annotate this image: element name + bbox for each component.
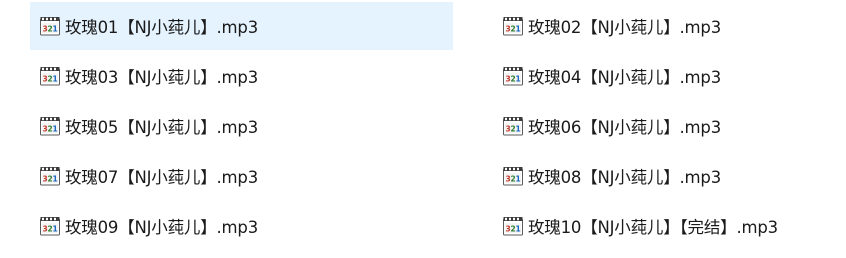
file-name: 玫瑰01【NJ小莼儿】.mp3 [65, 18, 258, 37]
file-item[interactable]: 3 2 1 玫瑰10【NJ小莼儿】【完结】.mp3 [493, 202, 833, 250]
file-item[interactable]: 3 2 1 玫瑰03【NJ小莼儿】.mp3 [30, 52, 453, 100]
media-player-classic-icon: 3 2 1 [40, 67, 60, 86]
media-player-classic-icon: 3 2 1 [503, 167, 523, 186]
file-name: 玫瑰06【NJ小莼儿】.mp3 [528, 118, 721, 137]
svg-text:1: 1 [516, 75, 521, 84]
svg-text:1: 1 [516, 175, 521, 184]
file-name: 玫瑰04【NJ小莼儿】.mp3 [528, 68, 721, 87]
media-player-classic-icon: 3 2 1 [40, 117, 60, 136]
media-player-classic-icon: 3 2 1 [503, 67, 523, 86]
media-player-classic-icon: 3 2 1 [503, 217, 523, 236]
file-name: 玫瑰03【NJ小莼儿】.mp3 [65, 68, 258, 87]
file-item[interactable]: 3 2 1 玫瑰06【NJ小莼儿】.mp3 [493, 102, 833, 150]
file-item[interactable]: 3 2 1 玫瑰07【NJ小莼儿】.mp3 [30, 152, 453, 200]
file-name: 玫瑰07【NJ小莼儿】.mp3 [65, 168, 258, 187]
file-name: 玫瑰10【NJ小莼儿】【完结】.mp3 [528, 218, 778, 237]
file-name: 玫瑰08【NJ小莼儿】.mp3 [528, 168, 721, 187]
file-item[interactable]: 3 2 1 玫瑰02【NJ小莼儿】.mp3 [493, 2, 833, 50]
svg-text:1: 1 [53, 25, 58, 34]
svg-text:1: 1 [53, 125, 58, 134]
svg-text:1: 1 [516, 225, 521, 234]
svg-text:1: 1 [516, 125, 521, 134]
file-item[interactable]: 3 2 1 玫瑰01【NJ小莼儿】.mp3 [30, 2, 453, 50]
media-player-classic-icon: 3 2 1 [40, 217, 60, 236]
svg-text:1: 1 [516, 25, 521, 34]
svg-text:1: 1 [53, 175, 58, 184]
file-item[interactable]: 3 2 1 玫瑰04【NJ小莼儿】.mp3 [493, 52, 833, 100]
file-item[interactable]: 3 2 1 玫瑰08【NJ小莼儿】.mp3 [493, 152, 833, 200]
file-name: 玫瑰09【NJ小莼儿】.mp3 [65, 218, 258, 237]
media-player-classic-icon: 3 2 1 [503, 17, 523, 36]
media-player-classic-icon: 3 2 1 [40, 167, 60, 186]
svg-text:1: 1 [53, 225, 58, 234]
file-list: 3 2 1 玫瑰01【NJ小莼儿】.mp3 3 2 1 玫瑰02【NJ小莼儿】.… [0, 0, 846, 258]
media-player-classic-icon: 3 2 1 [40, 17, 60, 36]
file-name: 玫瑰02【NJ小莼儿】.mp3 [528, 18, 721, 37]
file-item[interactable]: 3 2 1 玫瑰05【NJ小莼儿】.mp3 [30, 102, 453, 150]
file-item[interactable]: 3 2 1 玫瑰09【NJ小莼儿】.mp3 [30, 202, 453, 250]
file-name: 玫瑰05【NJ小莼儿】.mp3 [65, 118, 258, 137]
svg-text:1: 1 [53, 75, 58, 84]
media-player-classic-icon: 3 2 1 [503, 117, 523, 136]
